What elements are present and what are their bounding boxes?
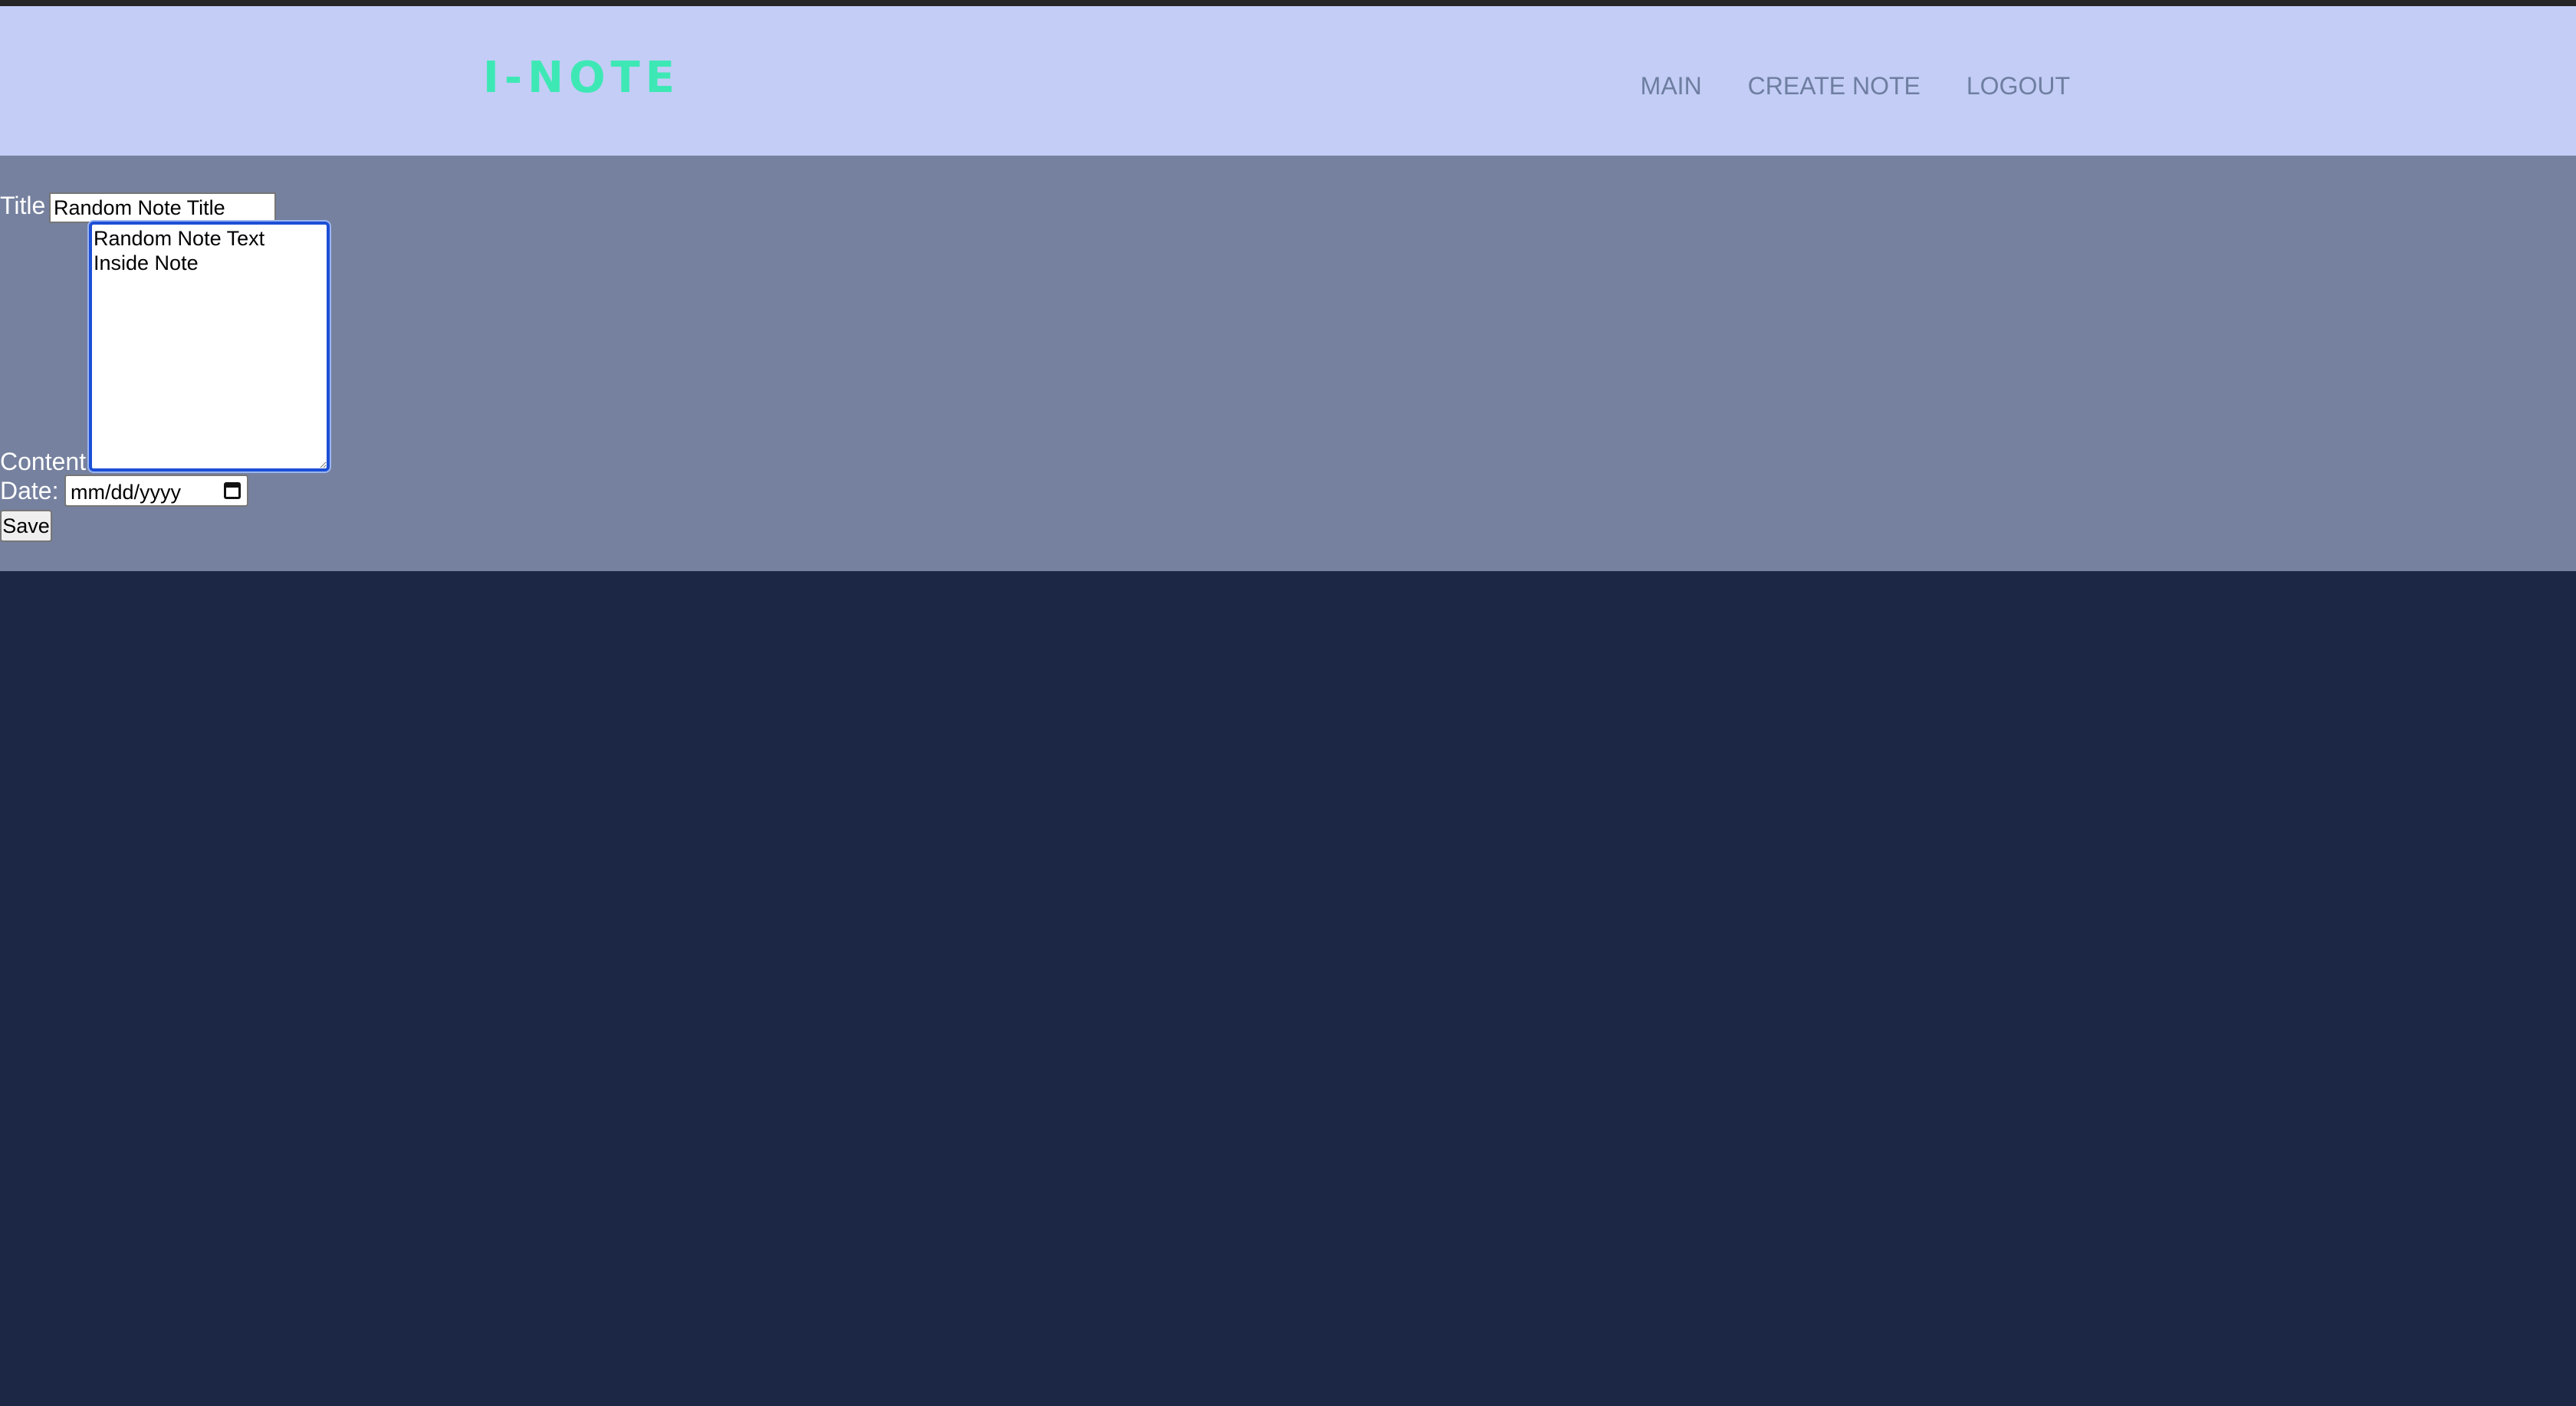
brand-logo[interactable]: I-NOTE: [483, 57, 680, 100]
nav-link-logout[interactable]: LOGOUT: [1967, 74, 2070, 98]
content-textarea[interactable]: Random Note Text Inside Note: [87, 220, 331, 473]
note-form: Title Random Note Text Inside Note Conte…: [0, 156, 2576, 571]
nav-link-main[interactable]: MAIN: [1641, 74, 1702, 98]
window-top-strip: [0, 0, 2576, 6]
nav-link-create-note[interactable]: CREATE NOTE: [1748, 74, 1921, 98]
title-input[interactable]: [49, 192, 276, 223]
save-button[interactable]: Save: [0, 510, 52, 542]
date-placeholder: mm/dd/yyyy: [71, 481, 182, 504]
content-label: Content: [0, 448, 87, 475]
navbar: I-NOTE MAIN CREATE NOTE LOGOUT: [0, 6, 2576, 156]
calendar-icon[interactable]: [224, 482, 241, 499]
nav-links: MAIN CREATE NOTE LOGOUT: [1641, 74, 2070, 98]
date-input[interactable]: mm/dd/yyyy: [64, 475, 248, 507]
title-label: Title: [0, 192, 46, 219]
date-label: Date:: [0, 477, 59, 504]
